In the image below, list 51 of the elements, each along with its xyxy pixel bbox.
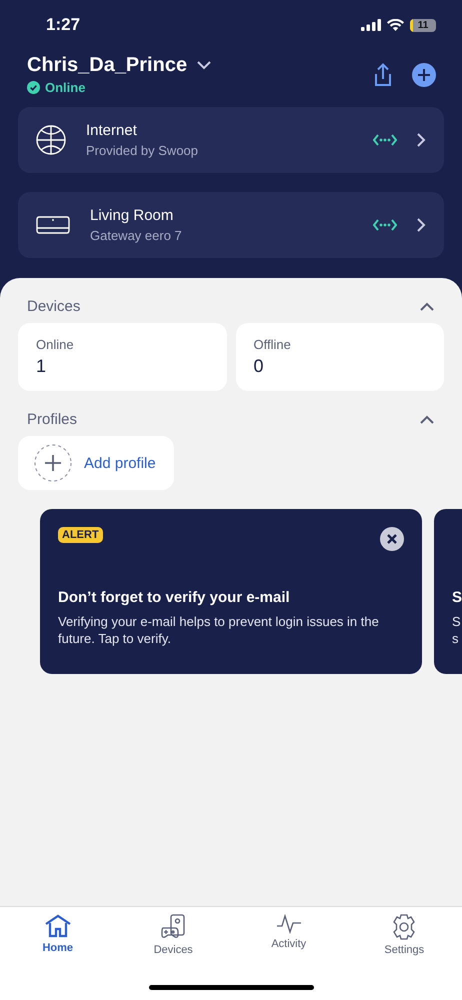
add-icon[interactable]	[412, 62, 436, 86]
battery-icon: 11	[410, 18, 436, 32]
connection-title: Internet	[86, 122, 138, 139]
tab[interactable]: Home	[0, 913, 116, 971]
alert-badge: ALERT	[58, 527, 103, 543]
gamepad-icon	[160, 914, 186, 940]
connection-subtitle: Gateway eero 7	[90, 228, 183, 243]
wifi-icon	[387, 19, 404, 31]
alert-card[interactable]: S S s	[434, 509, 462, 674]
connected-icon	[373, 134, 397, 146]
chevron-right-icon	[417, 133, 426, 147]
connection-card[interactable]: Living Room Gateway eero 7	[18, 192, 444, 258]
card-text: S	[452, 613, 462, 630]
pulse-icon	[276, 914, 302, 934]
tab[interactable]: Activity	[231, 913, 346, 971]
share-icon[interactable]	[372, 62, 394, 86]
tab[interactable]: Settings	[346, 913, 462, 971]
settings-icon	[391, 914, 418, 940]
add-profile-icon	[34, 444, 72, 482]
collapse-icon[interactable]	[420, 302, 434, 311]
connection-card[interactable]: Internet Provided by Swoop	[18, 107, 444, 173]
stat-label: Online	[36, 337, 75, 352]
connection-title: Living Room	[90, 207, 174, 224]
section-title: Devices	[27, 298, 80, 315]
card-text: Verifying your e-mail helps to prevent login issues in the	[58, 613, 380, 630]
card-title: Don’t forget to verify your e-mail	[58, 589, 291, 606]
signal-icon	[361, 19, 381, 31]
network-name[interactable]: Chris_Da_Prince	[27, 54, 188, 77]
stat-value: 0	[254, 356, 265, 377]
connected-icon	[373, 219, 397, 231]
card-title: S	[452, 589, 462, 606]
connection-subtitle: Provided by Swoop	[86, 143, 200, 158]
close-icon[interactable]	[380, 527, 404, 551]
device-count-card[interactable]: Online 1	[18, 323, 226, 391]
card-text: future. Tap to verify.	[58, 630, 172, 647]
router-icon	[36, 214, 70, 236]
home-icon	[44, 914, 72, 938]
device-count-card[interactable]: Offline 0	[236, 323, 444, 391]
tab[interactable]: Devices	[116, 913, 231, 971]
alert-card[interactable]: ALERT Don’t forget to verify your e-mail Verifying your e-mail helps to prevent login issues in the future. Tap to verify.	[40, 509, 422, 674]
globe-icon	[36, 125, 66, 155]
collapse-icon[interactable]	[420, 415, 434, 424]
stat-label: Offline	[254, 337, 292, 352]
chevron-down-icon[interactable]	[197, 61, 212, 70]
add-profile-button[interactable]: Add profile	[18, 436, 174, 490]
section-title: Profiles	[27, 411, 78, 428]
chevron-right-icon	[417, 218, 426, 232]
stat-value: 1	[36, 356, 48, 377]
network-status: Online	[45, 80, 86, 95]
card-text: s	[452, 630, 460, 647]
status-time: 1:27	[46, 15, 80, 35]
